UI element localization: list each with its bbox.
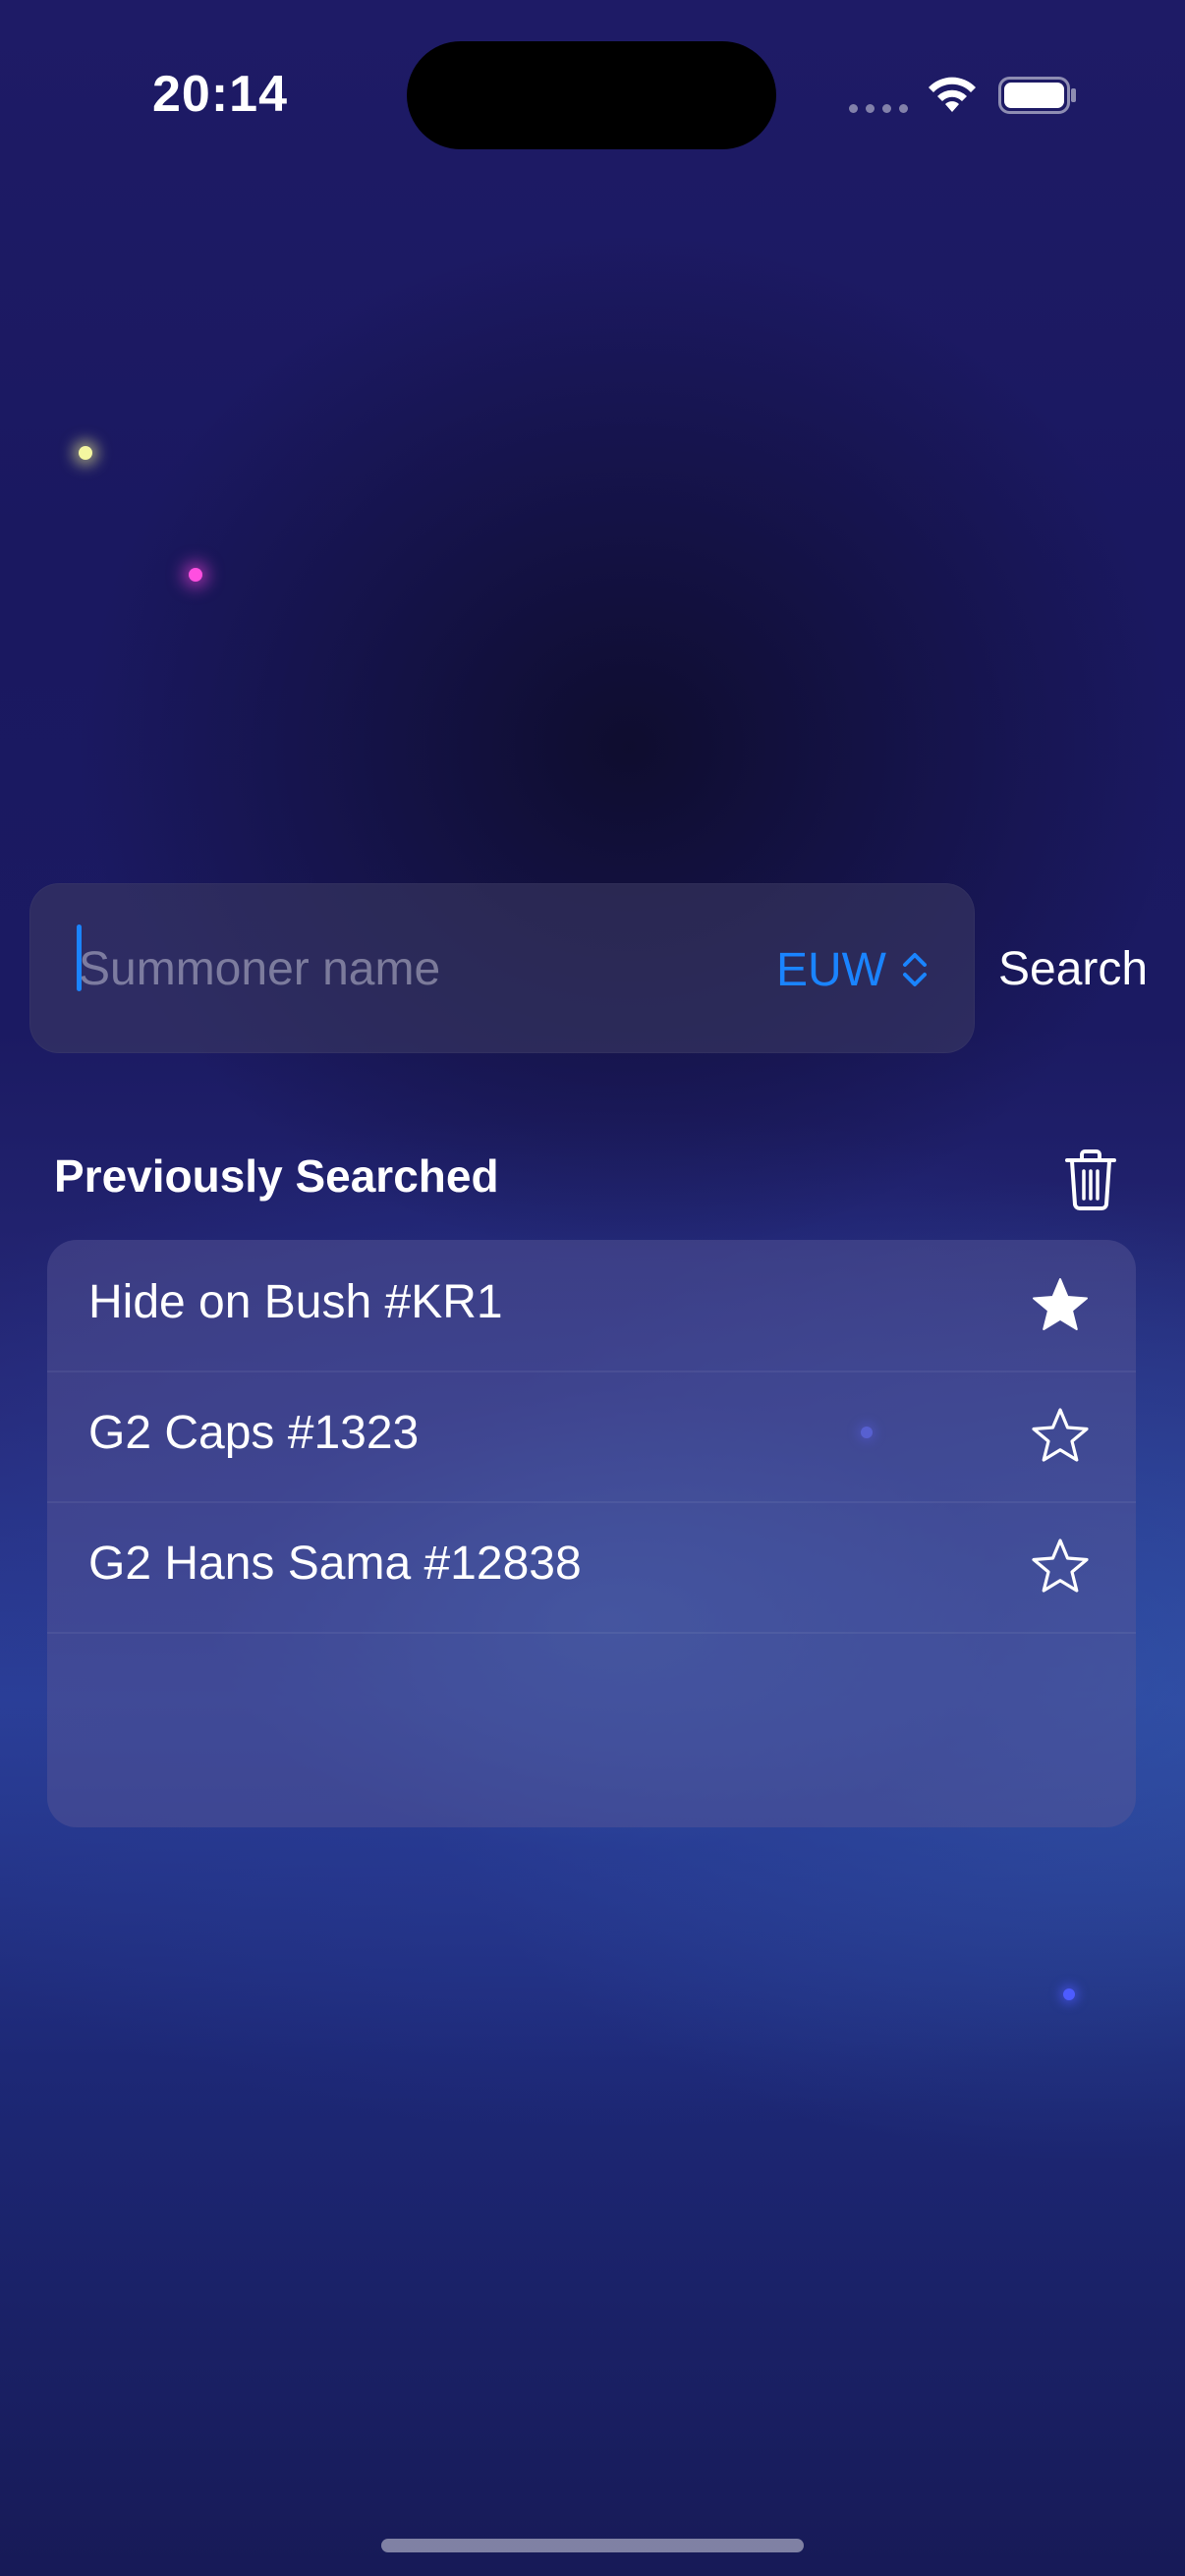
history-item[interactable]: G2 Hans Sama #12838 xyxy=(47,1501,1136,1634)
dynamic-island xyxy=(407,41,776,149)
chevron-up-down-icon xyxy=(902,953,927,986)
background-sparkle xyxy=(1063,1988,1075,2000)
section-title: Previously Searched xyxy=(54,1150,499,1202)
text-cursor xyxy=(77,924,82,991)
star-outline-icon[interactable] xyxy=(1030,1537,1091,1597)
star-outline-icon[interactable] xyxy=(1030,1406,1091,1467)
background-sparkle xyxy=(79,446,92,460)
cellular-signal-icon xyxy=(849,104,908,113)
region-picker-value: EUW xyxy=(776,943,886,996)
history-item-label: G2 Caps #1323 xyxy=(88,1407,420,1459)
history-item[interactable]: G2 Caps #1323 xyxy=(47,1371,1136,1503)
history-item[interactable]: Hide on Bush #KR1 xyxy=(47,1240,1136,1372)
background-sparkle xyxy=(189,568,202,582)
trash-icon[interactable] xyxy=(1061,1148,1120,1212)
status-bar-time: 20:14 xyxy=(152,66,288,123)
history-list: Hide on Bush #KR1 G2 Caps #1323 G2 Hans … xyxy=(47,1240,1136,1827)
battery-icon xyxy=(998,77,1076,114)
home-indicator[interactable] xyxy=(381,2539,804,2552)
summoner-name-input[interactable] xyxy=(79,904,727,1034)
star-filled-icon[interactable] xyxy=(1030,1275,1091,1336)
region-picker[interactable]: EUW xyxy=(776,935,930,1004)
history-item-label: Hide on Bush #KR1 xyxy=(88,1276,503,1328)
history-item-label: G2 Hans Sama #12838 xyxy=(88,1538,582,1590)
search-button[interactable]: Search xyxy=(998,935,1148,1004)
wifi-icon xyxy=(929,77,976,112)
